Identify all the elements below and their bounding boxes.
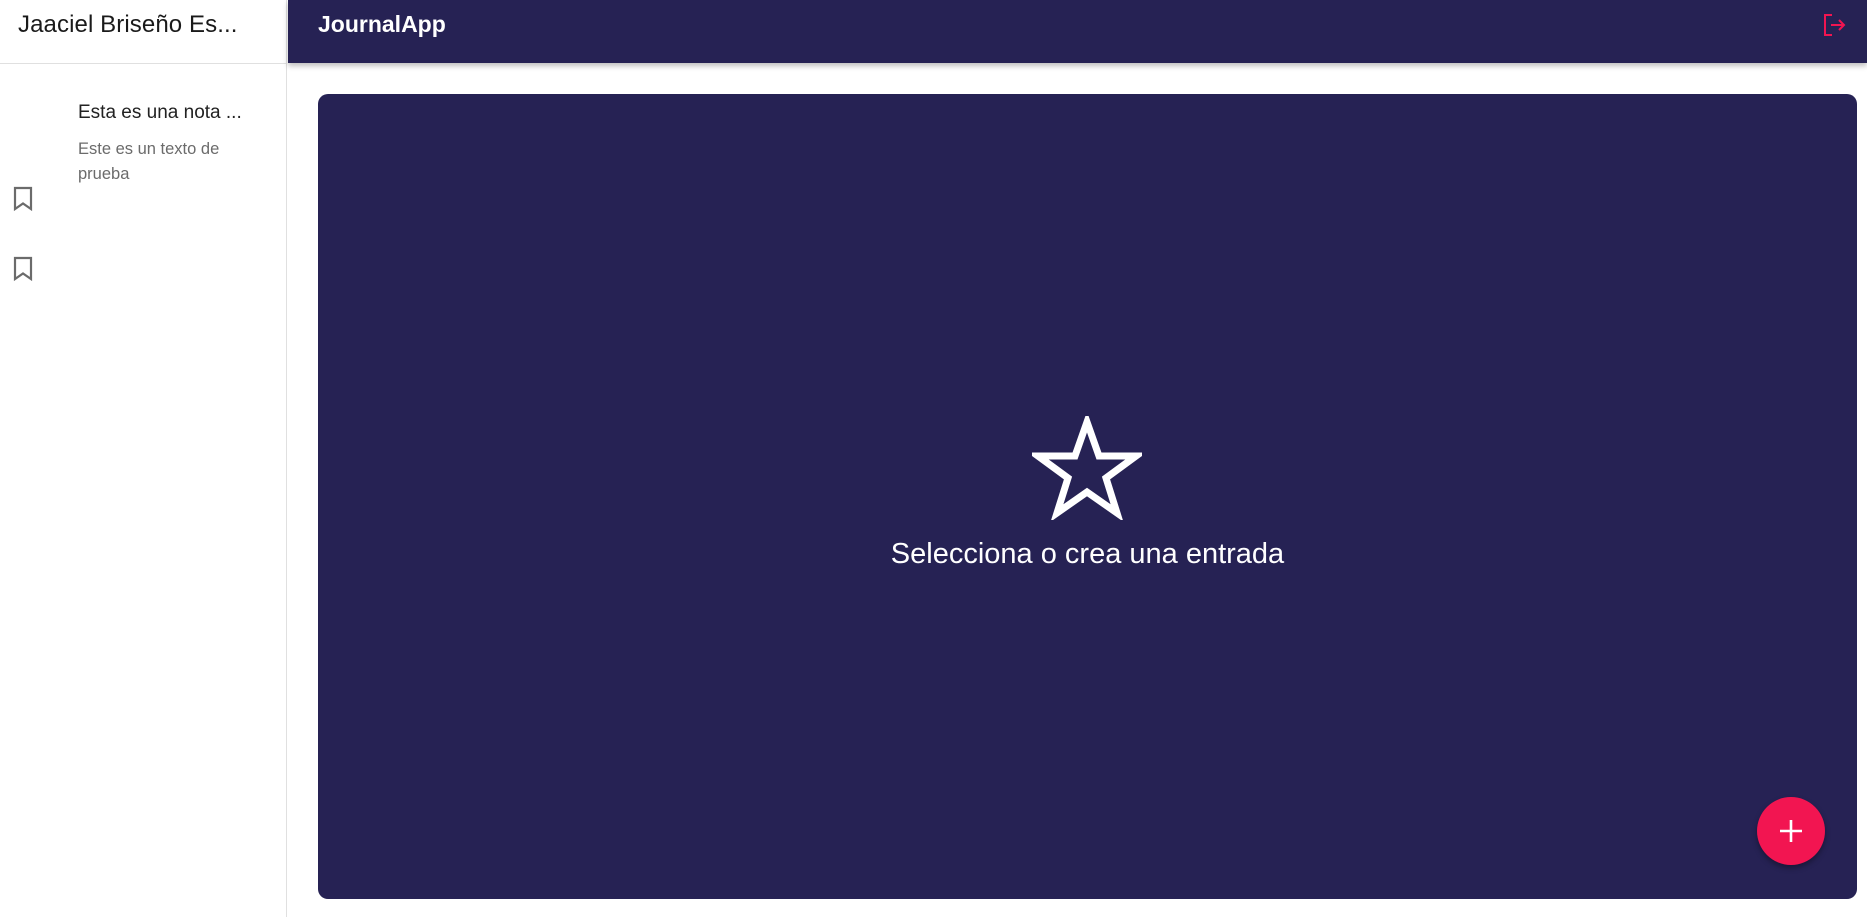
add-entry-button[interactable] [1757,797,1825,865]
note-list-item[interactable]: Esta es una nota ... Este es un texto de… [0,90,286,250]
user-name: Jaaciel Briseño Es... [18,10,238,38]
logout-button[interactable] [1819,10,1849,40]
main-panel: Selecciona o crea una entrada [318,94,1857,899]
top-app-bar: JournalApp [288,0,1867,63]
add-icon [1777,817,1805,845]
bookmark-icon [12,256,34,282]
note-list: Esta es una nota ... Este es un texto de… [0,90,286,300]
sidebar-header: Jaaciel Briseño Es... [0,0,286,64]
note-text [78,250,286,262]
note-title: Esta es una nota ... [78,102,242,123]
star-outline-icon [1032,416,1143,520]
sidebar: Jaaciel Briseño Es... Esta es una nota .… [0,0,287,917]
empty-state: Selecciona o crea una entrada [891,416,1284,571]
note-text: Esta es una nota ... Este es un texto de… [78,90,286,187]
note-list-item[interactable] [0,250,286,300]
logout-icon [1821,12,1847,38]
empty-message: Selecciona o crea una entrada [890,538,1285,570]
bookmark-icon [12,186,34,212]
app-root: Jaaciel Briseño Es... Esta es una nota .… [0,0,1867,917]
note-icon-wrap [0,250,78,282]
note-icon-wrap [0,90,78,250]
note-body: Este es un texto de prueba [78,140,220,183]
app-title: JournalApp [318,11,446,37]
